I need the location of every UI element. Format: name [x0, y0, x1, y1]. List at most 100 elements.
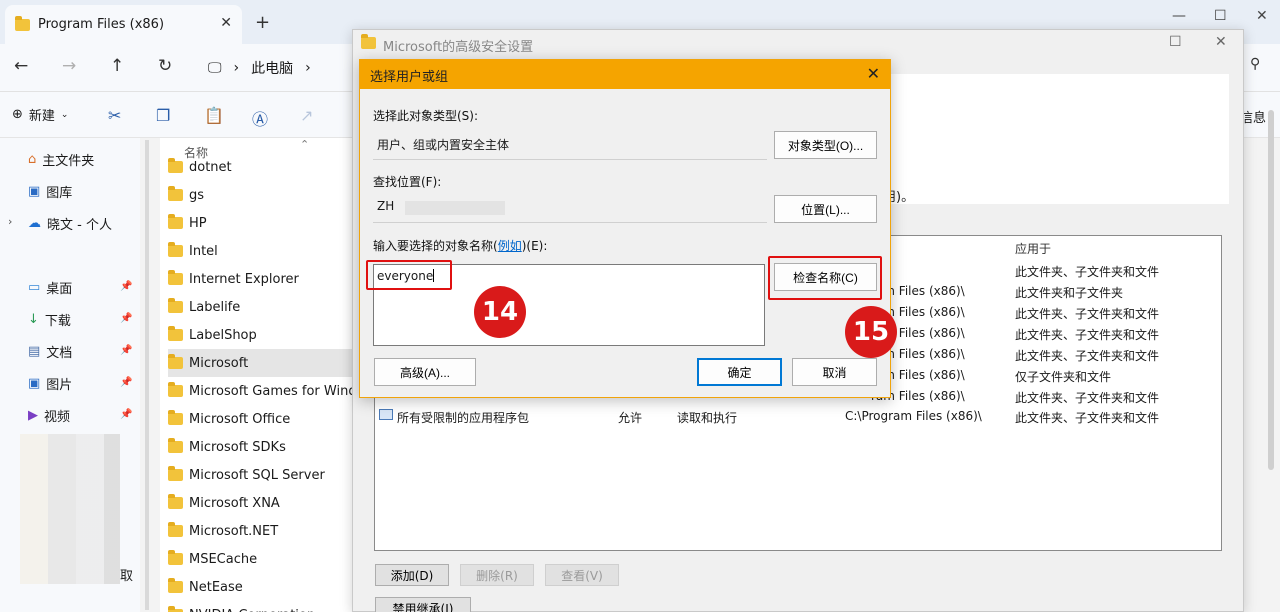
breadcrumb[interactable]: 🖵 › 此电脑 ›: [198, 52, 358, 84]
nav-label: 视频: [44, 409, 71, 425]
pin-icon[interactable]: 📌: [120, 409, 132, 420]
back-icon[interactable]: ←: [14, 56, 28, 76]
home-icon: ⌂: [28, 151, 37, 167]
forward-icon[interactable]: →: [62, 56, 76, 76]
nav-item-videos[interactable]: ▶ 视频: [28, 404, 70, 426]
disable-inheritance-button[interactable]: 禁用继承(I): [375, 597, 471, 612]
file-name: Microsoft.NET: [189, 523, 279, 539]
pin-icon[interactable]: 📌: [120, 281, 132, 292]
row-path: C:\Program Files (x86)\: [845, 409, 982, 423]
location-label: 查找位置(F):: [373, 175, 442, 189]
list-item[interactable]: Microsoft.NET: [168, 517, 360, 545]
list-item[interactable]: Microsoft Office: [168, 405, 360, 433]
list-item[interactable]: HP: [168, 209, 360, 237]
nav-item-downloads[interactable]: ↓ 下载: [28, 308, 71, 330]
pin-icon[interactable]: 📌: [120, 345, 132, 356]
list-item[interactable]: dotnet: [168, 153, 360, 181]
new-tab-button[interactable]: +: [255, 12, 270, 33]
list-item[interactable]: NetEase: [168, 573, 360, 601]
picture-icon: ▣: [28, 375, 41, 391]
list-item[interactable]: Microsoft SQL Server: [168, 461, 360, 489]
list-item[interactable]: Labelife: [168, 293, 360, 321]
list-item[interactable]: Microsoft XNA: [168, 489, 360, 517]
location-field: ZH: [373, 193, 767, 223]
chevron-right-icon[interactable]: ›: [8, 215, 12, 228]
list-item[interactable]: Microsoft SDKs: [168, 433, 360, 461]
blurred-location: [405, 201, 505, 215]
file-name: Microsoft: [189, 355, 249, 371]
folder-icon: [168, 466, 183, 481]
row-applies: 此文件夹、子文件夹和文件: [1015, 307, 1160, 321]
table-row[interactable]: 所有受限制的应用程序包 允许 读取和执行 C:\Program Files (x…: [375, 406, 1221, 427]
remove-button[interactable]: 删除(R): [460, 564, 534, 586]
list-item[interactable]: Internet Explorer: [168, 265, 360, 293]
share-icon[interactable]: ↗: [300, 106, 313, 125]
close-window-icon[interactable]: ✕: [1215, 34, 1227, 50]
gallery-icon: ▣: [28, 183, 41, 199]
rename-icon[interactable]: Ⓐ: [252, 106, 268, 130]
breadcrumb-this-pc[interactable]: 此电脑: [251, 58, 293, 78]
add-button[interactable]: 添加(D): [375, 564, 449, 586]
up-icon[interactable]: ↑: [110, 56, 124, 76]
file-name: Microsoft SDKs: [189, 439, 286, 455]
cancel-button[interactable]: 取消: [792, 358, 877, 386]
folder-icon: [168, 438, 183, 453]
nav-item-onedrive[interactable]: ☁ 晓文 - 个人: [28, 212, 112, 234]
close-icon[interactable]: ✕: [867, 64, 880, 83]
nav-label: 桌面: [46, 281, 73, 297]
maximize-icon[interactable]: ☐: [1214, 8, 1227, 24]
window-scrollbar[interactable]: [1268, 110, 1274, 470]
search-icon[interactable]: ⚲: [1250, 56, 1260, 72]
column-header-applies[interactable]: 应用于: [1015, 240, 1051, 257]
nav-scrollbar[interactable]: [145, 140, 149, 610]
refresh-icon[interactable]: ↻: [158, 56, 172, 76]
row-applies: 此文件夹、子文件夹和文件: [1015, 328, 1160, 342]
close-tab-icon[interactable]: ✕: [220, 15, 232, 31]
maximize-icon[interactable]: ☐: [1169, 34, 1182, 50]
new-button[interactable]: ⊕ 新建 ⌄: [12, 105, 68, 124]
nav-item-pictures[interactable]: ▣ 图片: [28, 372, 72, 394]
file-name: Microsoft Games for Windows: [189, 383, 360, 399]
list-item[interactable]: gs: [168, 181, 360, 209]
nav-item-desktop[interactable]: ▭ 桌面: [28, 276, 72, 298]
nav-item-gallery[interactable]: ▣ 图库: [28, 180, 72, 202]
nav-label: 图片: [46, 377, 73, 393]
file-name: Microsoft Office: [189, 411, 291, 427]
list-item[interactable]: Microsoft Games for Windows: [168, 377, 360, 405]
examples-link[interactable]: 例如: [498, 239, 522, 253]
list-item[interactable]: MSECache: [168, 545, 360, 573]
paste-icon[interactable]: 📋: [204, 106, 224, 125]
row-name: 所有受限制的应用程序包: [397, 411, 530, 425]
advanced-button[interactable]: 高级(A)...: [374, 358, 476, 386]
folder-icon: [168, 270, 183, 285]
cut-icon[interactable]: ✂: [108, 106, 121, 125]
nav-item-documents[interactable]: ▤ 文档: [28, 340, 72, 362]
nav-item-home[interactable]: ⌂ 主文件夹: [28, 148, 94, 170]
file-name: gs: [189, 187, 205, 203]
list-item[interactable]: LabelShop: [168, 321, 360, 349]
close-window-icon[interactable]: ✕: [1256, 8, 1268, 24]
nav-label: 文档: [46, 345, 73, 361]
folder-icon: [168, 354, 183, 369]
step-badge-15: 15: [845, 306, 897, 358]
row-applies: 仅子文件夹和文件: [1015, 370, 1112, 384]
folder-icon: [168, 410, 183, 425]
tab-program-files[interactable]: Program Files (x86) ✕: [5, 5, 242, 44]
list-item[interactable]: NVIDIA Corporation: [168, 601, 360, 612]
file-list: 名称 ⌃ dotnet gs HP Intel Internet Explorer Lab…: [160, 138, 360, 612]
list-item[interactable]: Microsoft: [168, 349, 360, 377]
ok-button[interactable]: 确定: [697, 358, 782, 386]
new-label: 新建: [28, 109, 55, 124]
pin-icon[interactable]: 📌: [120, 377, 132, 388]
minimize-icon[interactable]: —: [1172, 8, 1186, 24]
download-icon: ↓: [28, 311, 39, 327]
copy-icon[interactable]: ❐: [156, 106, 170, 125]
locations-button[interactable]: 位置(L)...: [774, 195, 877, 223]
file-name: dotnet: [189, 159, 232, 175]
object-types-button[interactable]: 对象类型(O)...: [774, 131, 877, 159]
breadcrumb-sep: ›: [233, 60, 240, 76]
pin-icon[interactable]: 📌: [120, 313, 132, 324]
view-button[interactable]: 查看(V): [545, 564, 619, 586]
list-item[interactable]: Intel: [168, 237, 360, 265]
video-icon: ▶: [28, 407, 38, 423]
